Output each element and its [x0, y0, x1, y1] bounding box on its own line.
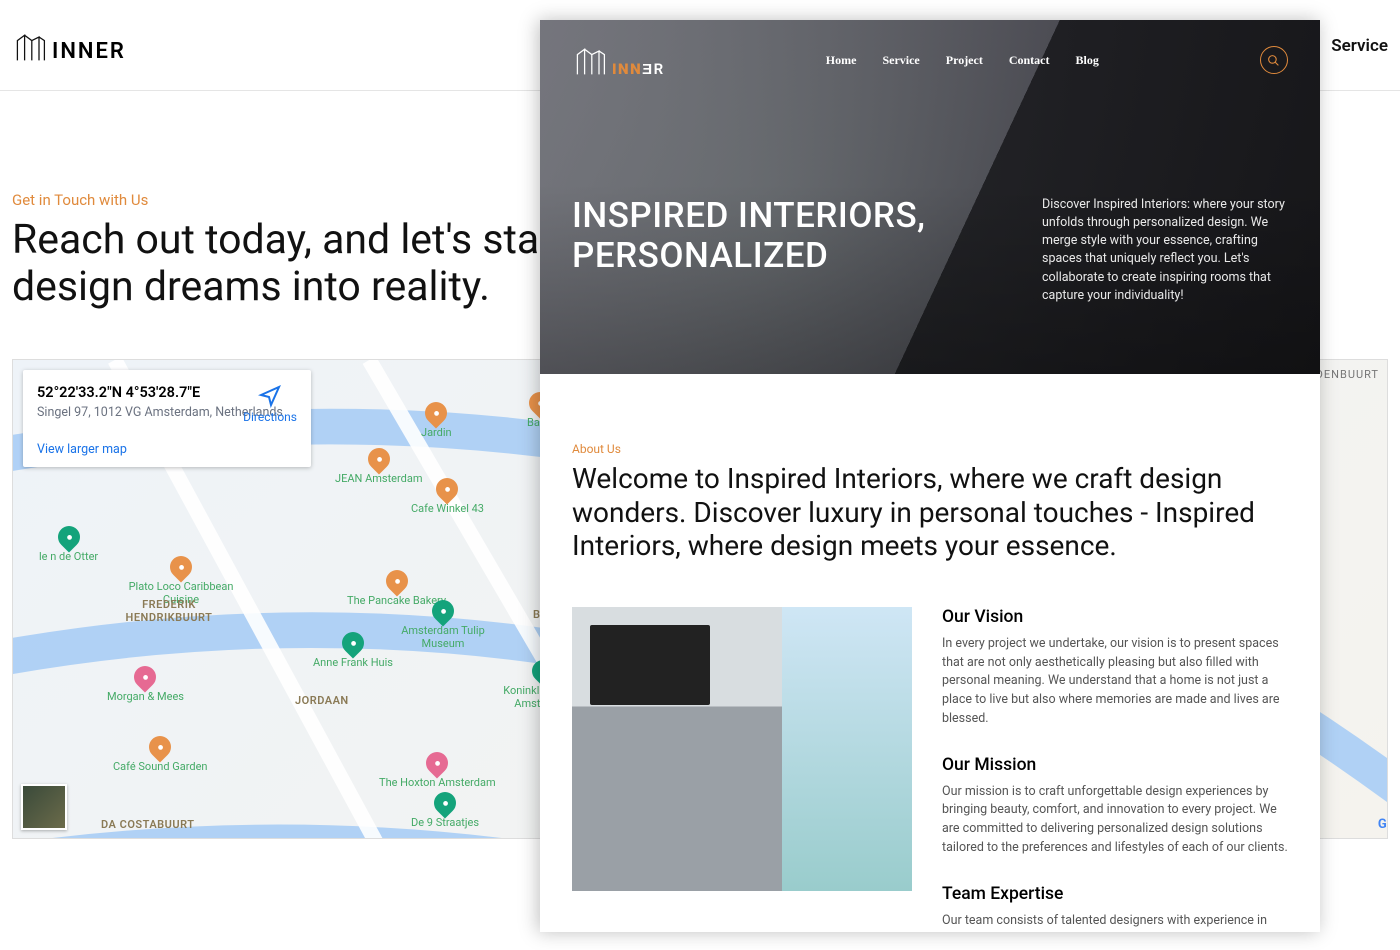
hero-title: INSPIRED INTERIORS, PERSONALIZED	[572, 196, 1010, 305]
map-poi[interactable]: FREDERIK HENDRIKBUURT	[109, 596, 229, 624]
hero-copy: Discover Inspired Interiors: where your …	[1042, 196, 1288, 305]
map-poi[interactable]: DA COSTABUURT	[101, 816, 195, 831]
map-poi[interactable]: ●Amsterdam Tulip Museum	[383, 600, 503, 650]
map-poi[interactable]: ●The Hoxton Amsterdam	[379, 752, 496, 789]
google-attribution: Goog	[1378, 817, 1388, 832]
hero-nav-menu: Home Service Project Contact Blog	[826, 53, 1099, 68]
hero-nav-service[interactable]: Service	[882, 53, 919, 68]
nav-service[interactable]: Service	[1331, 36, 1388, 56]
about-mission: Our Mission Our mission is to craft unfo…	[942, 755, 1288, 858]
about-headline: Welcome to Inspired Interiors, where we …	[572, 462, 1288, 563]
about-text: Our Vision In every project we undertake…	[942, 607, 1288, 932]
about-block-body: In every project we undertake, our visio…	[942, 635, 1288, 729]
map-poi[interactable]: ●De 9 Straatjes	[411, 792, 479, 829]
directions-button[interactable]: Directions	[243, 384, 297, 424]
map-poi[interactable]: ●Café Sound Garden	[113, 736, 208, 773]
preview-panel: INNƎR Home Service Project Contact Blog …	[540, 20, 1320, 932]
about-block-title: Our Vision	[942, 607, 1288, 627]
map-poi[interactable]: JORDAAN	[295, 692, 349, 707]
about-vision: Our Vision In every project we undertake…	[942, 607, 1288, 729]
directions-icon	[258, 384, 282, 408]
about-block-title: Team Expertise	[942, 884, 1288, 904]
hero-brand-name: INNƎR	[612, 60, 665, 78]
building-icon	[12, 28, 48, 64]
about-team: Team Expertise Our team consists of tale…	[942, 884, 1288, 932]
search-button[interactable]	[1260, 46, 1288, 74]
hero-brand-logo[interactable]: INNƎR	[572, 42, 665, 78]
map-poi[interactable]: ●Anne Frank Huis	[313, 632, 393, 669]
about-section: About Us Welcome to Inspired Interiors, …	[540, 374, 1320, 932]
hero-section: INNƎR Home Service Project Contact Blog …	[540, 20, 1320, 374]
brand-logo[interactable]: INNER	[12, 28, 126, 64]
hero-nav-project[interactable]: Project	[946, 53, 983, 68]
map-info-card: 52°22'33.2"N 4°53'28.7"E Singel 97, 1012…	[23, 370, 311, 467]
building-icon	[572, 42, 608, 78]
about-eyebrow: About Us	[572, 442, 1288, 456]
hero-nav-blog[interactable]: Blog	[1076, 53, 1099, 68]
search-icon	[1267, 54, 1280, 67]
map-poi[interactable]: ●JEAN Amsterdam	[335, 448, 422, 485]
view-larger-map-link[interactable]: View larger map	[37, 442, 127, 457]
hero-nav-home[interactable]: Home	[826, 53, 857, 68]
map-poi[interactable]: ●le n de Otter	[39, 526, 98, 563]
map-poi[interactable]: ●Morgan & Mees	[107, 666, 184, 703]
map-poi[interactable]: ●Cafe Winkel 43	[411, 478, 484, 515]
directions-label: Directions	[243, 410, 297, 424]
satellite-toggle[interactable]	[21, 784, 67, 830]
about-image	[572, 607, 912, 891]
brand-name: INNER	[52, 39, 126, 64]
hero-nav-contact[interactable]: Contact	[1009, 53, 1050, 68]
about-block-title: Our Mission	[942, 755, 1288, 775]
about-block-body: Our team consists of talented designers …	[942, 912, 1288, 932]
about-block-body: Our mission is to craft unforgettable de…	[942, 783, 1288, 858]
map-poi[interactable]: ●Jardin	[421, 402, 452, 439]
hero-nav: INNƎR Home Service Project Contact Blog	[540, 20, 1320, 100]
